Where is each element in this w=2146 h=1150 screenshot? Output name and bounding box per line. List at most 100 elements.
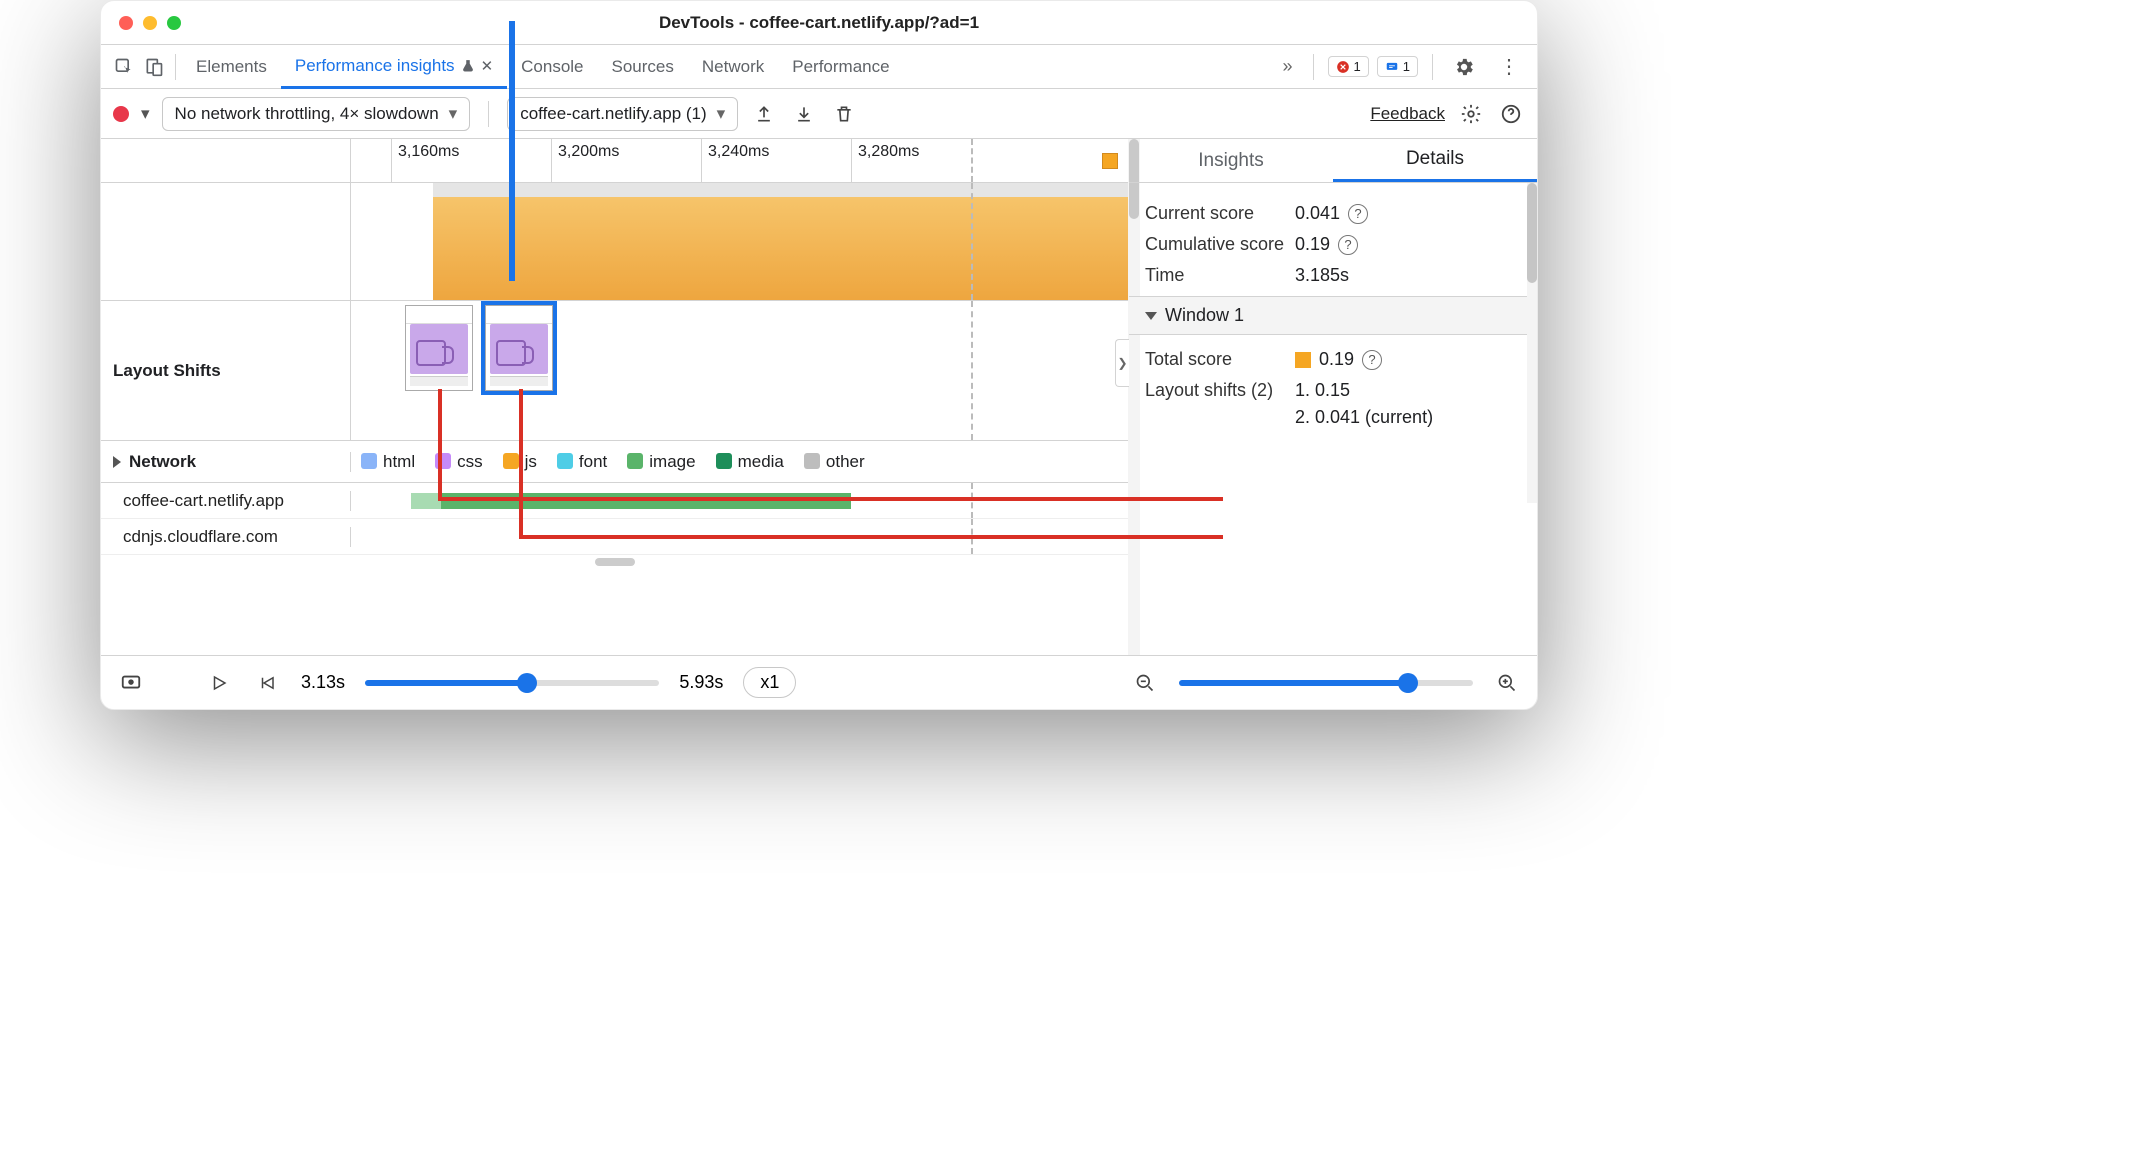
playback-footer: 3.13s 5.93s x1 xyxy=(101,655,1537,709)
legend-media: media xyxy=(716,452,784,472)
playback-speed[interactable]: x1 xyxy=(743,667,796,698)
error-icon xyxy=(1336,60,1350,74)
score-swatch xyxy=(1295,352,1311,368)
timeline-scrollbar[interactable] xyxy=(101,555,1128,569)
tab-console[interactable]: Console xyxy=(507,45,597,89)
time-ruler[interactable]: 3,160ms 3,200ms 3,240ms 3,280ms xyxy=(351,139,1128,182)
devtools-tabstrip: Elements Performance insights ✕ Console … xyxy=(101,45,1537,89)
inspect-icon[interactable] xyxy=(109,52,139,82)
layout-shifts-track[interactable] xyxy=(351,301,1128,440)
time-value: 3.185s xyxy=(1295,265,1349,286)
window-title: DevTools - coffee-cart.netlify.app/?ad=1 xyxy=(101,13,1537,33)
chevron-down-icon xyxy=(1145,312,1157,320)
cls-marker[interactable] xyxy=(1102,153,1118,169)
network-legend: html css js font image media other xyxy=(351,452,1128,472)
tab-insights[interactable]: Insights xyxy=(1129,139,1333,182)
error-count-badge[interactable]: 1 xyxy=(1328,56,1369,77)
expand-icon xyxy=(113,456,121,468)
request-bar[interactable] xyxy=(441,493,851,509)
help-icon[interactable]: ? xyxy=(1348,204,1368,224)
legend-html: html xyxy=(361,452,415,472)
layout-shift-thumb-1[interactable] xyxy=(405,305,473,391)
current-score-value: 0.041 xyxy=(1295,203,1340,224)
kebab-menu-icon[interactable]: ⋮ xyxy=(1489,54,1529,79)
window-section-header[interactable]: Window 1 xyxy=(1129,296,1537,335)
titlebar: DevTools - coffee-cart.netlify.app/?ad=1 xyxy=(101,1,1537,45)
tick: 3,240ms xyxy=(701,139,775,182)
layout-shifts-label: Layout shifts (2) xyxy=(1145,380,1295,401)
device-toggle-icon[interactable] xyxy=(139,52,169,82)
flask-icon xyxy=(461,58,475,74)
tick: 3,160ms xyxy=(391,139,465,182)
legend-image: image xyxy=(627,452,695,472)
tab-network[interactable]: Network xyxy=(688,45,778,89)
recording-select[interactable]: coffee-cart.netlify.app (1)▾ xyxy=(507,97,738,131)
main-track-label xyxy=(101,183,351,300)
cumulative-score-label: Cumulative score xyxy=(1145,234,1295,255)
settings-gear-icon[interactable] xyxy=(1447,56,1481,78)
panel-settings-icon[interactable] xyxy=(1457,100,1485,128)
export-icon[interactable] xyxy=(750,100,778,128)
insights-toolbar: ▾ No network throttling, 4× slowdown▾ co… xyxy=(101,89,1537,139)
more-tabs-icon[interactable]: » xyxy=(1277,56,1299,77)
message-count-badge[interactable]: 1 xyxy=(1377,56,1418,77)
tab-elements[interactable]: Elements xyxy=(182,45,281,89)
tab-performance[interactable]: Performance xyxy=(778,45,903,89)
details-sidebar: ❯ Insights Details Current score 0.041? … xyxy=(1129,139,1537,655)
layout-shift-item-2[interactable]: 2. 0.041 (current) xyxy=(1295,407,1433,428)
current-score-label: Current score xyxy=(1145,203,1295,224)
record-button[interactable] xyxy=(113,106,129,122)
legend-font: font xyxy=(557,452,607,472)
total-score-value: 0.19 xyxy=(1319,349,1354,370)
tick: 3,280ms xyxy=(851,139,925,182)
time-end: 5.93s xyxy=(679,672,723,693)
delete-icon[interactable] xyxy=(830,100,858,128)
layout-shift-item-1[interactable]: 1. 0.15 xyxy=(1295,380,1350,401)
selection-marker xyxy=(509,21,515,281)
annotation-line xyxy=(519,389,523,535)
main-track[interactable] xyxy=(351,183,1128,300)
tab-sources[interactable]: Sources xyxy=(598,45,688,89)
sidebar-scrollbar[interactable] xyxy=(1527,183,1537,503)
network-host-1[interactable]: coffee-cart.netlify.app xyxy=(101,491,351,511)
close-icon[interactable]: ✕ xyxy=(481,57,494,75)
playhead-dashed xyxy=(971,183,973,300)
legend-css: css xyxy=(435,452,483,472)
layout-shifts-label: Layout Shifts xyxy=(101,301,351,440)
seek-start-icon[interactable] xyxy=(253,669,281,697)
throttling-select[interactable]: No network throttling, 4× slowdown▾ xyxy=(162,97,471,131)
playhead-dashed xyxy=(971,301,973,440)
time-slider[interactable] xyxy=(365,680,659,686)
playhead-dashed xyxy=(971,139,973,182)
zoom-in-icon[interactable] xyxy=(1493,669,1521,697)
annotation-line xyxy=(438,389,442,497)
zoom-slider[interactable] xyxy=(1179,680,1473,686)
help-icon[interactable]: ? xyxy=(1362,350,1382,370)
record-menu-caret-icon[interactable]: ▾ xyxy=(141,104,150,124)
task-bar[interactable] xyxy=(433,197,1128,300)
sidebar-expand-icon[interactable]: ❯ xyxy=(1115,339,1129,387)
time-start: 3.13s xyxy=(301,672,345,693)
tick: 3,200ms xyxy=(551,139,625,182)
message-icon xyxy=(1385,60,1399,74)
ruler-label xyxy=(101,139,351,182)
preview-toggle-icon[interactable] xyxy=(117,669,145,697)
legend-other: other xyxy=(804,452,865,472)
import-icon[interactable] xyxy=(790,100,818,128)
feedback-link[interactable]: Feedback xyxy=(1370,104,1445,124)
cumulative-score-value: 0.19 xyxy=(1295,234,1330,255)
network-track-label[interactable]: Network xyxy=(101,452,351,472)
annotation-line xyxy=(519,535,1223,539)
time-label: Time xyxy=(1145,265,1295,286)
total-score-label: Total score xyxy=(1145,349,1295,370)
annotation-line xyxy=(438,497,1223,501)
timeline-panel: 3,160ms 3,200ms 3,240ms 3,280ms xyxy=(101,139,1129,655)
zoom-out-icon[interactable] xyxy=(1131,669,1159,697)
layout-shift-thumb-2[interactable] xyxy=(485,305,553,391)
network-host-2[interactable]: cdnjs.cloudflare.com xyxy=(101,527,351,547)
help-icon[interactable]: ? xyxy=(1338,235,1358,255)
help-icon[interactable] xyxy=(1497,100,1525,128)
tab-performance-insights[interactable]: Performance insights ✕ xyxy=(281,45,507,89)
tab-details[interactable]: Details xyxy=(1333,139,1537,182)
play-icon[interactable] xyxy=(205,669,233,697)
